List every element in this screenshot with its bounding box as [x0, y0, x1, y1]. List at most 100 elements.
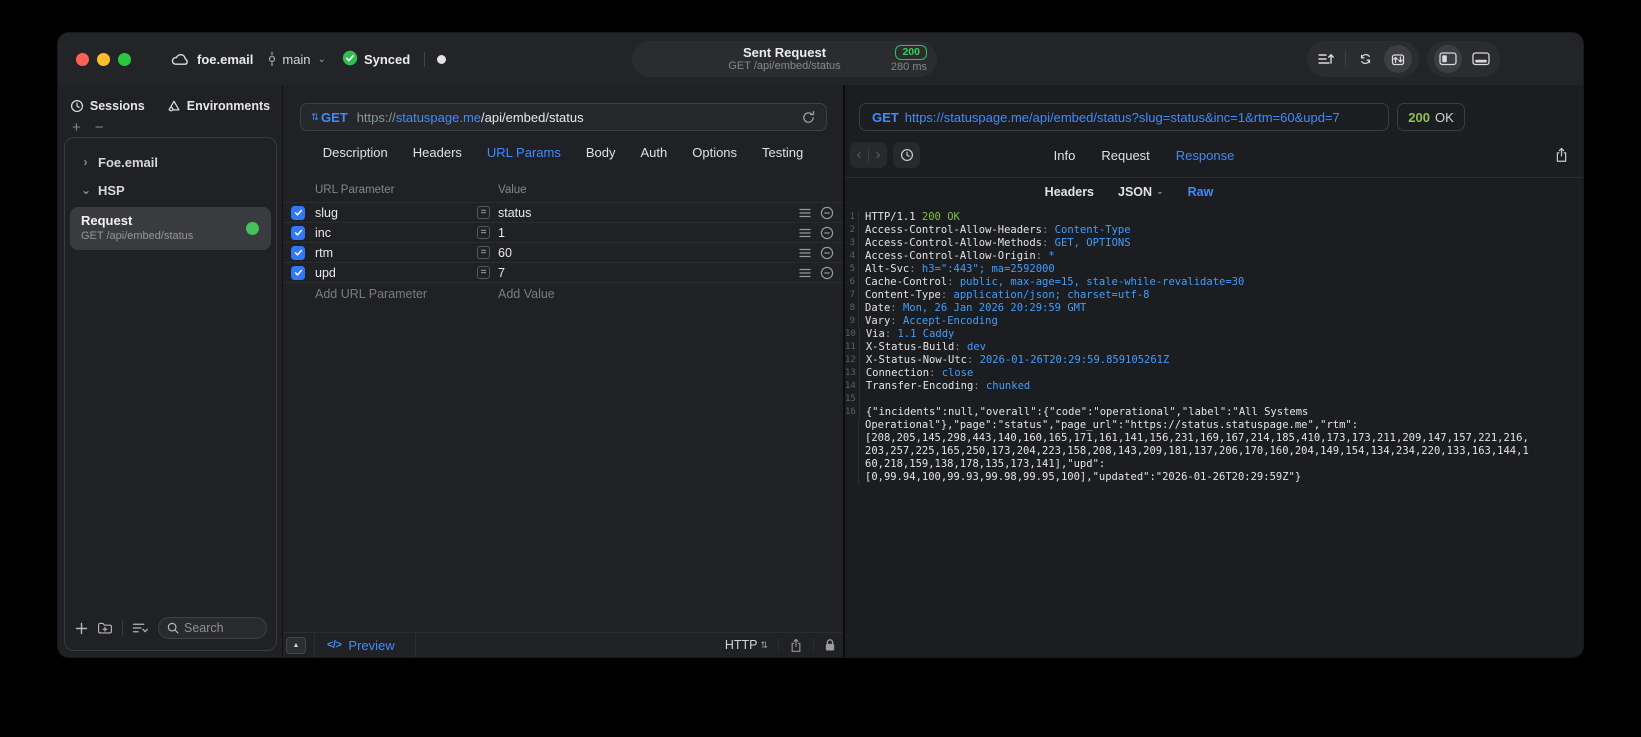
- remove-item-button[interactable]: −: [95, 120, 104, 135]
- new-request-icon[interactable]: [75, 622, 88, 635]
- protocol-selector-icon[interactable]: ⇅: [760, 640, 768, 651]
- tab-auth[interactable]: Auth: [640, 145, 667, 160]
- toolbar-separator: [813, 638, 814, 652]
- sessions-sidebar: Sessions Environments + − › Foe.email ⌄ …: [58, 85, 282, 657]
- request-status-dot: [246, 222, 259, 235]
- code-text: Operational"},"page":"status","page_url"…: [865, 419, 1359, 431]
- preview-button[interactable]: Preview: [348, 638, 394, 653]
- tab-sessions[interactable]: Sessions: [70, 99, 145, 113]
- reorder-icon[interactable]: [799, 208, 811, 218]
- line-number: 2: [845, 224, 859, 237]
- param-checkbox[interactable]: [291, 225, 305, 240]
- remove-param-icon[interactable]: [820, 266, 834, 280]
- request-list-item-selected[interactable]: Request GET /api/embed/status: [70, 207, 271, 250]
- sent-request-url[interactable]: GET https://statuspage.me/api/embed/stat…: [859, 103, 1389, 131]
- param-name[interactable]: upd: [315, 266, 477, 280]
- code-text: Connection: close: [865, 367, 974, 379]
- search-input[interactable]: [184, 621, 258, 635]
- code-text: 60,218,159,138,178,135,173,141],"upd":: [865, 458, 1106, 470]
- param-value[interactable]: 1: [498, 226, 799, 240]
- line-number: 11: [845, 341, 860, 354]
- add-param-value-placeholder[interactable]: Add Value: [498, 287, 555, 301]
- tree-group-hsp[interactable]: ⌄ HSP: [65, 176, 276, 204]
- minimize-window-button[interactable]: [97, 52, 110, 66]
- remove-param-icon[interactable]: [820, 246, 834, 260]
- merge-arrows-icon[interactable]: [1353, 47, 1377, 71]
- code-line: 16 {"incidents":null,"overall":{"code":"o…: [845, 406, 1583, 419]
- tab-url-params[interactable]: URL Params: [487, 145, 561, 160]
- toggle-bottom-panel-icon[interactable]: [1469, 47, 1493, 71]
- new-folder-icon[interactable]: [97, 621, 113, 635]
- tab-info[interactable]: Info: [1054, 148, 1076, 163]
- tab-body[interactable]: Body: [586, 145, 616, 160]
- add-param-name-placeholder[interactable]: Add URL Parameter: [315, 287, 498, 301]
- tab-testing[interactable]: Testing: [762, 145, 803, 160]
- protocol-selector[interactable]: HTTP: [725, 638, 758, 652]
- status-code-badge: 200: [895, 45, 927, 60]
- traffic-lights: [76, 52, 131, 66]
- sync-requests-icon[interactable]: [1384, 45, 1412, 73]
- reorder-icon[interactable]: [799, 228, 811, 238]
- code-line: 5 Alt-Svc: h3=":443"; ma=2592000: [845, 263, 1583, 276]
- subtab-headers[interactable]: Headers: [1045, 185, 1094, 199]
- tab-headers[interactable]: Headers: [413, 145, 462, 160]
- tab-response[interactable]: Response: [1176, 148, 1235, 163]
- param-checkbox[interactable]: [291, 245, 305, 260]
- subtab-raw[interactable]: Raw: [1188, 185, 1214, 199]
- request-url-bar[interactable]: ⇅ GET https://statuspage.me/api/embed/st…: [300, 103, 827, 131]
- method-label[interactable]: GET: [321, 110, 348, 125]
- param-value[interactable]: 7: [498, 266, 799, 280]
- add-param-row[interactable]: Add URL Parameter Add Value: [283, 283, 843, 305]
- response-top-bar: GET https://statuspage.me/api/embed/stat…: [845, 85, 1583, 133]
- clock-icon: [70, 99, 84, 113]
- url-host: statuspage.me: [395, 109, 482, 125]
- param-checkbox[interactable]: [291, 205, 305, 220]
- reorder-icon[interactable]: [799, 268, 811, 278]
- share-icon[interactable]: [789, 638, 803, 653]
- display-options-icon[interactable]: [132, 622, 149, 634]
- tree-group-foe-email[interactable]: › Foe.email: [65, 148, 276, 176]
- tab-description[interactable]: Description: [323, 145, 388, 160]
- code-text: Cache-Control: public, max-age=15, stale…: [865, 276, 1245, 288]
- expand-panel-button[interactable]: ▲: [286, 636, 306, 654]
- export-response-icon[interactable]: [1554, 147, 1569, 163]
- equals-icon: =: [477, 246, 490, 259]
- add-item-button[interactable]: +: [72, 120, 81, 135]
- param-name[interactable]: inc: [315, 226, 477, 240]
- tab-request[interactable]: Request: [1101, 148, 1149, 163]
- resend-request-icon[interactable]: [801, 110, 816, 125]
- zoom-window-button[interactable]: [118, 52, 131, 66]
- tab-options[interactable]: Options: [692, 145, 737, 160]
- remove-param-icon[interactable]: [820, 206, 834, 220]
- titlebar-separator: [424, 51, 426, 67]
- request-status-pill[interactable]: Sent Request GET /api/embed/status 200 2…: [632, 41, 937, 77]
- sidebar-search[interactable]: [158, 617, 267, 639]
- param-name[interactable]: rtm: [315, 246, 477, 260]
- tab-environments[interactable]: Environments: [167, 99, 270, 113]
- tree-group-label: Foe.email: [98, 154, 158, 170]
- param-value[interactable]: status: [498, 206, 799, 220]
- param-value[interactable]: 60: [498, 246, 799, 260]
- param-rows: slug = status inc = 1 rtm = 60 upd = 7: [283, 203, 843, 283]
- reorder-icon[interactable]: [799, 248, 811, 258]
- code-text: 203,257,225,165,250,173,204,223,158,208,…: [865, 445, 1529, 457]
- sort-ascending-icon[interactable]: [1314, 47, 1338, 71]
- response-status-button[interactable]: 200 OK: [1397, 103, 1465, 131]
- code-text: Vary: Accept-Encoding: [865, 315, 998, 327]
- toggle-left-panel-icon[interactable]: [1434, 45, 1462, 73]
- app-window: foe.email main ⌄ Synced Sent Request GET…: [58, 33, 1583, 657]
- param-checkbox[interactable]: [291, 265, 305, 280]
- lock-icon[interactable]: [824, 638, 836, 652]
- project-menu[interactable]: foe.email: [171, 52, 253, 67]
- method-selector-icon[interactable]: ⇅: [311, 112, 319, 123]
- url-scheme: https://: [356, 109, 396, 125]
- branch-selector[interactable]: main ⌄: [267, 51, 326, 67]
- sync-check-icon: [342, 50, 358, 69]
- code-text: Access-Control-Allow-Headers: Content-Ty…: [865, 224, 1131, 236]
- param-row: slug = status: [283, 203, 843, 223]
- param-name[interactable]: slug: [315, 206, 477, 220]
- remove-param-icon[interactable]: [820, 226, 834, 240]
- subtab-json[interactable]: JSON ⌄: [1118, 185, 1164, 199]
- sync-status[interactable]: Synced: [342, 50, 410, 69]
- close-window-button[interactable]: [76, 52, 89, 66]
